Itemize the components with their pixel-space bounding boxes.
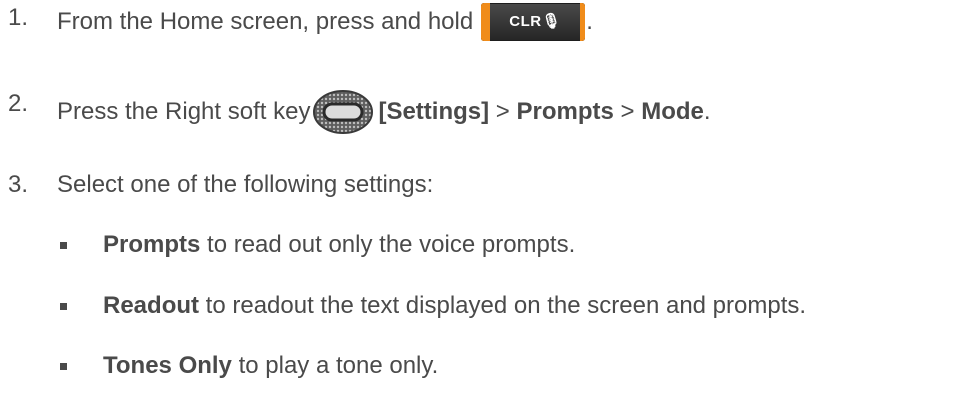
step-number: 1. (8, 4, 29, 31)
mode-menu-label: Mode (641, 98, 704, 125)
bullet-icon (60, 242, 67, 249)
right-soft-key-icon (313, 90, 374, 134)
settings-menu-label: [Settings] (378, 98, 490, 125)
path-separator: > (495, 98, 510, 125)
step-1-text: From the Home screen, press and hold CLR… (57, 3, 593, 41)
step-1-period: . (586, 8, 593, 35)
clr-key-icon: CLR🎙︎ (481, 3, 586, 41)
step-number: 2. (8, 90, 29, 117)
prompts-menu-label: Prompts (516, 98, 614, 125)
option-description: to play a tone only. (238, 352, 439, 379)
step-1-instruction: From the Home screen, press and hold (57, 8, 474, 35)
option-name: Prompts (103, 231, 201, 258)
path-separator: > (620, 98, 635, 125)
step-2-period: . (703, 98, 711, 125)
option-description: to readout the text displayed on the scr… (205, 292, 807, 319)
step-2-instruction: Press the Right soft key (57, 98, 311, 125)
clr-key-label: CLR (509, 13, 542, 30)
step-number: 3. (8, 171, 29, 198)
bullet-icon (60, 363, 67, 370)
option-name: Readout (103, 292, 199, 319)
step-2-text: Press the Right soft key [Settings] > Pr… (57, 89, 711, 135)
option-name: Tones Only (103, 352, 232, 379)
option-description: to read out only the voice prompts. (207, 231, 576, 258)
microphone-icon: 🎙︎ (541, 13, 562, 30)
step-3-text: Select one of the following settings: (57, 171, 434, 198)
bullet-icon (60, 303, 67, 310)
